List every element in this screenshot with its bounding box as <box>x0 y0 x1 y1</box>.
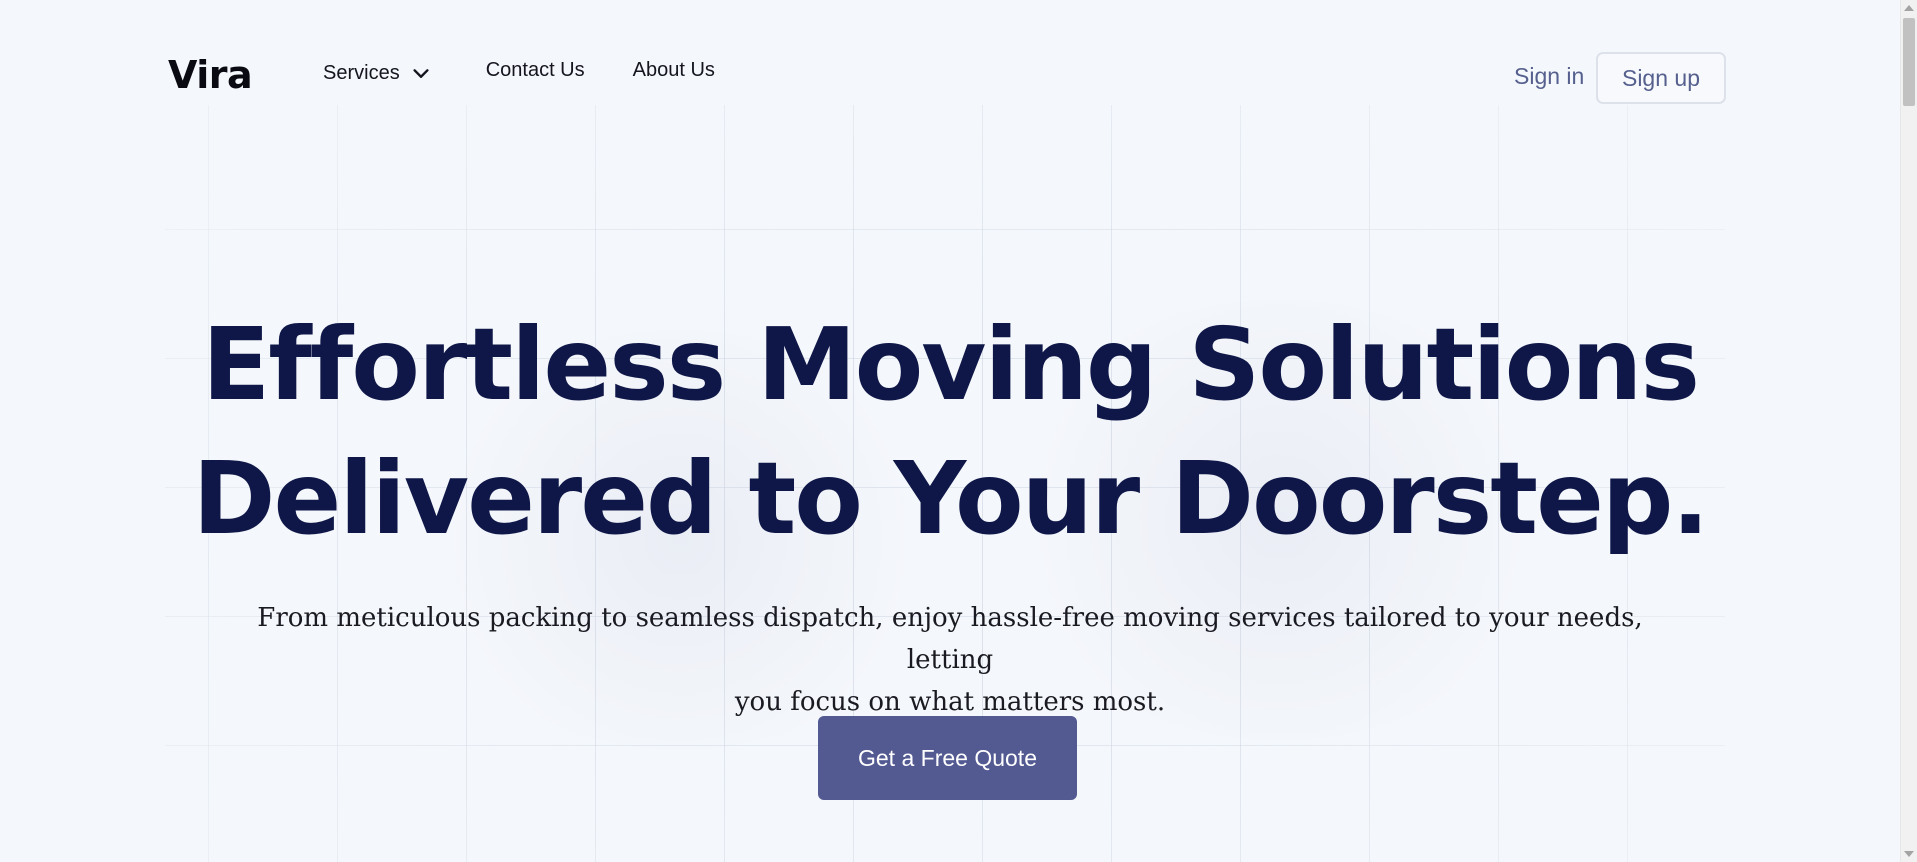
hero-headline-line2: Delivered to Your Doorstep. <box>192 440 1710 557</box>
sign-up-button[interactable]: Sign up <box>1596 52 1726 104</box>
site-header: Vira Services Contact Us About Us Sign i… <box>0 0 1900 105</box>
hero-subtext-line1: From meticulous packing to seamless disp… <box>257 603 1643 675</box>
scroll-up-arrow-icon[interactable] <box>1904 5 1914 11</box>
hero-subtext-line2: you focus on what matters most. <box>734 687 1166 717</box>
nav-services-dropdown[interactable]: Services <box>323 62 432 85</box>
nav-about-link[interactable]: About Us <box>633 59 715 82</box>
nav-services-label: Services <box>323 62 400 84</box>
scroll-down-arrow-icon[interactable] <box>1904 851 1914 857</box>
get-free-quote-button[interactable]: Get a Free Quote <box>818 716 1077 800</box>
nav-contact-link[interactable]: Contact Us <box>486 59 585 82</box>
vertical-scrollbar[interactable] <box>1900 0 1917 862</box>
logo[interactable]: Vira <box>168 50 253 100</box>
hero-headline-line1: Effortless Moving Solutions <box>201 306 1700 423</box>
sign-in-link[interactable]: Sign in <box>1514 63 1584 90</box>
landing-page: Vira Services Contact Us About Us Sign i… <box>0 0 1900 862</box>
main-nav: Services Contact Us About Us <box>323 59 715 85</box>
hero-subtext: From meticulous packing to seamless disp… <box>220 597 1680 723</box>
chevron-down-icon <box>413 68 429 78</box>
hero-headline: Effortless Moving Solutions Delivered to… <box>0 298 1900 566</box>
scrollbar-thumb[interactable] <box>1903 18 1915 106</box>
